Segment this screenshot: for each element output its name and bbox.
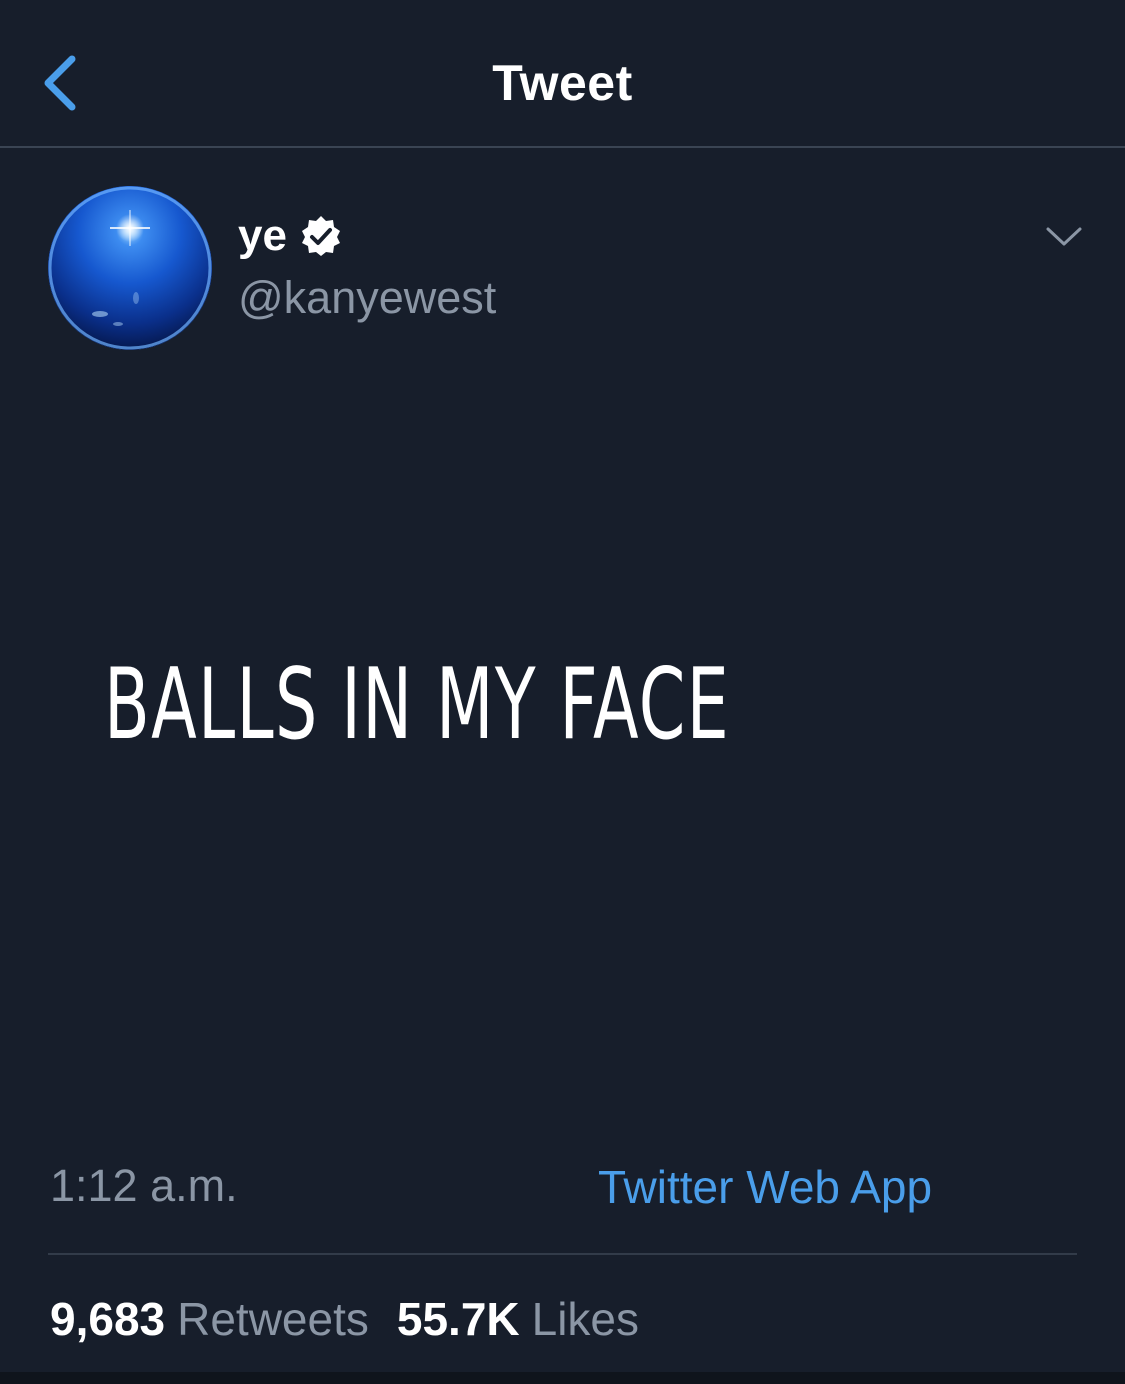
- tweet-detail-screen: Tweet ye @kanyewest BALLS IN MY FACE 1:1…: [0, 0, 1125, 1384]
- verified-badge-icon: [301, 216, 340, 256]
- retweets-stat[interactable]: 9,683 Retweets: [50, 1292, 369, 1346]
- engagement-stats: 9,683 Retweets 55.7K Likes: [50, 1292, 639, 1346]
- chevron-down-icon: [1046, 227, 1082, 246]
- likes-label: Likes: [531, 1293, 640, 1345]
- author-username[interactable]: @kanyewest: [238, 272, 496, 324]
- author-display-name[interactable]: ye: [238, 211, 343, 261]
- likes-count: 55.7K: [396, 1293, 520, 1345]
- tweet-source-link[interactable]: Twitter Web App: [598, 1160, 932, 1214]
- tweet-text: BALLS IN MY FACE: [104, 648, 731, 762]
- blue-sphere-avatar: [48, 186, 212, 350]
- retweets-label: Retweets: [177, 1293, 369, 1345]
- top-navigation-bar: Tweet: [0, 0, 1125, 148]
- bottom-edge: [0, 1372, 1125, 1384]
- display-name-text: ye: [238, 211, 287, 260]
- retweets-count: 9,683: [50, 1293, 166, 1345]
- tweet-timestamp: 1:12 a.m.: [50, 1160, 238, 1211]
- page-title: Tweet: [492, 55, 633, 111]
- tweet-options-button[interactable]: [1040, 218, 1088, 256]
- divider: [48, 1253, 1077, 1255]
- avatar[interactable]: [48, 186, 212, 350]
- likes-stat[interactable]: 55.7K Likes: [397, 1292, 639, 1346]
